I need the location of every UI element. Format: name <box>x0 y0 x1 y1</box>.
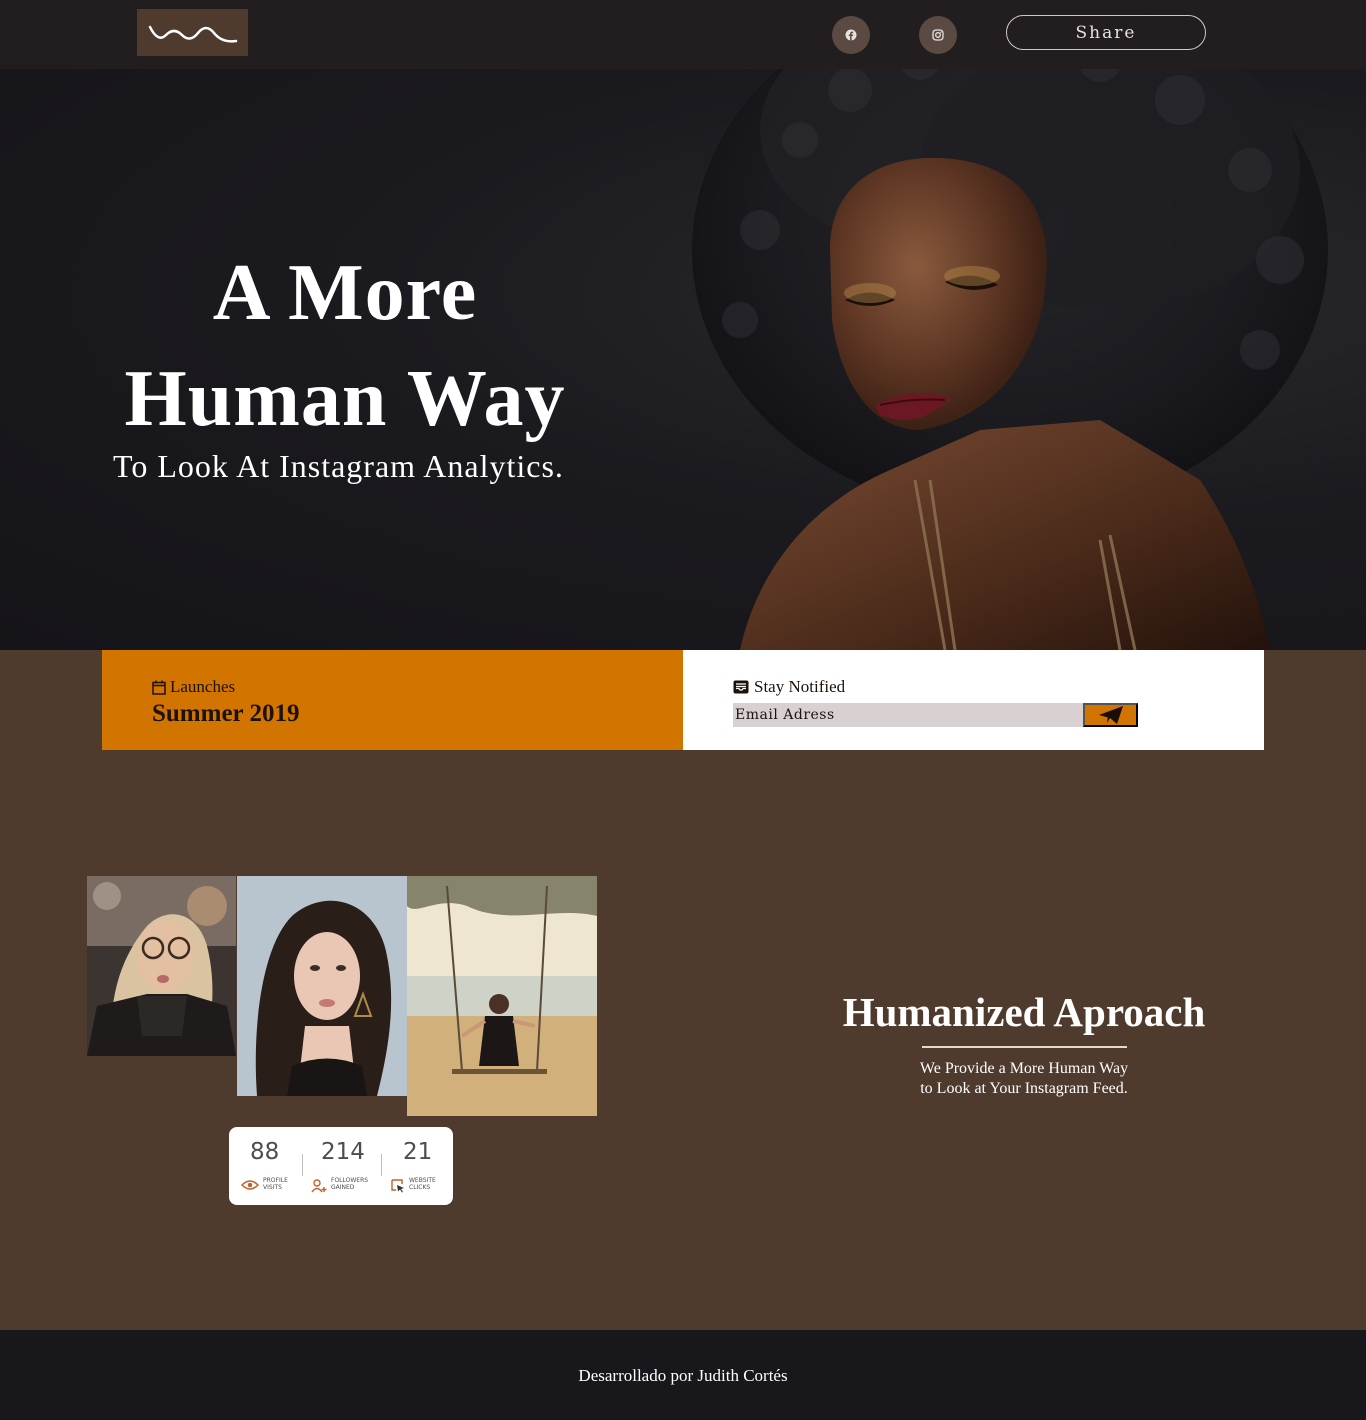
stat-value: 21 <box>403 1139 433 1165</box>
instagram-link[interactable] <box>919 16 957 54</box>
stat-value: 214 <box>321 1139 365 1165</box>
stat-label: Followers Gained <box>331 1177 369 1191</box>
stat-divider <box>381 1154 382 1176</box>
user-plus-icon <box>311 1179 327 1193</box>
stat-profile-visits: 88 Profile Visits <box>229 1127 301 1205</box>
launch-panel: Launches Summer 2019 <box>102 650 683 750</box>
notify-label: Stay Notified <box>754 677 846 696</box>
brand-logo[interactable] <box>137 9 248 56</box>
gallery-photo-glasses-woman <box>87 876 236 1056</box>
launch-label-row: Launches <box>152 677 235 697</box>
launch-label: Launches <box>170 677 236 696</box>
notify-panel: Stay Notified <box>683 650 1264 750</box>
logo-mark-icon <box>148 25 237 43</box>
hero-portrait-image <box>692 0 1328 650</box>
page-footer: Desarrollado por Judith Cortés <box>0 1330 1366 1420</box>
hero-section: Share A More Human Way To Look At Instag… <box>0 0 1366 650</box>
cursor-click-icon <box>391 1179 404 1193</box>
facebook-link[interactable] <box>832 16 870 54</box>
stat-divider <box>302 1154 303 1176</box>
gallery-photo-swing-beach <box>407 876 597 1116</box>
subscribe-button[interactable] <box>1083 703 1138 727</box>
stat-website-clicks: 21 Website Clicks <box>389 1127 461 1205</box>
share-button[interactable]: Share <box>1006 15 1206 50</box>
gallery-photo-dreadlocks-woman <box>237 876 407 1096</box>
facebook-icon <box>845 29 857 41</box>
calendar-icon <box>152 680 166 695</box>
stat-value: 88 <box>250 1139 280 1165</box>
stat-label: Profile Visits <box>263 1177 288 1191</box>
top-navbar: Share <box>0 0 1366 69</box>
instagram-icon <box>932 29 944 41</box>
feature-title: Humanized Aproach <box>842 989 1206 1035</box>
paper-plane-icon <box>1098 706 1123 724</box>
hero-title-line2: Human Way <box>124 355 566 443</box>
hero-title: A More Human Way <box>110 240 580 452</box>
hero-title-line1: A More <box>212 249 478 337</box>
eye-icon <box>241 1180 259 1190</box>
hero-subtitle: To Look At Instagram Analytics. <box>113 448 564 484</box>
email-field[interactable] <box>733 703 1083 727</box>
footer-credit: Desarrollado por Judith Cortés <box>578 1366 788 1385</box>
launch-date: Summer 2019 <box>152 700 300 727</box>
feature-divider <box>922 1046 1127 1048</box>
inbox-icon <box>733 680 749 694</box>
notify-label-row: Stay Notified <box>733 677 845 697</box>
feature-description: We Provide a More Human Way to Look at Yo… <box>919 1060 1129 1097</box>
instagram-stats-card: 88 Profile Visits 214 Followers Gained 21 … <box>229 1127 453 1205</box>
stat-followers-gained: 214 Followers Gained <box>309 1127 381 1205</box>
stat-label: Website Clicks <box>409 1177 436 1191</box>
